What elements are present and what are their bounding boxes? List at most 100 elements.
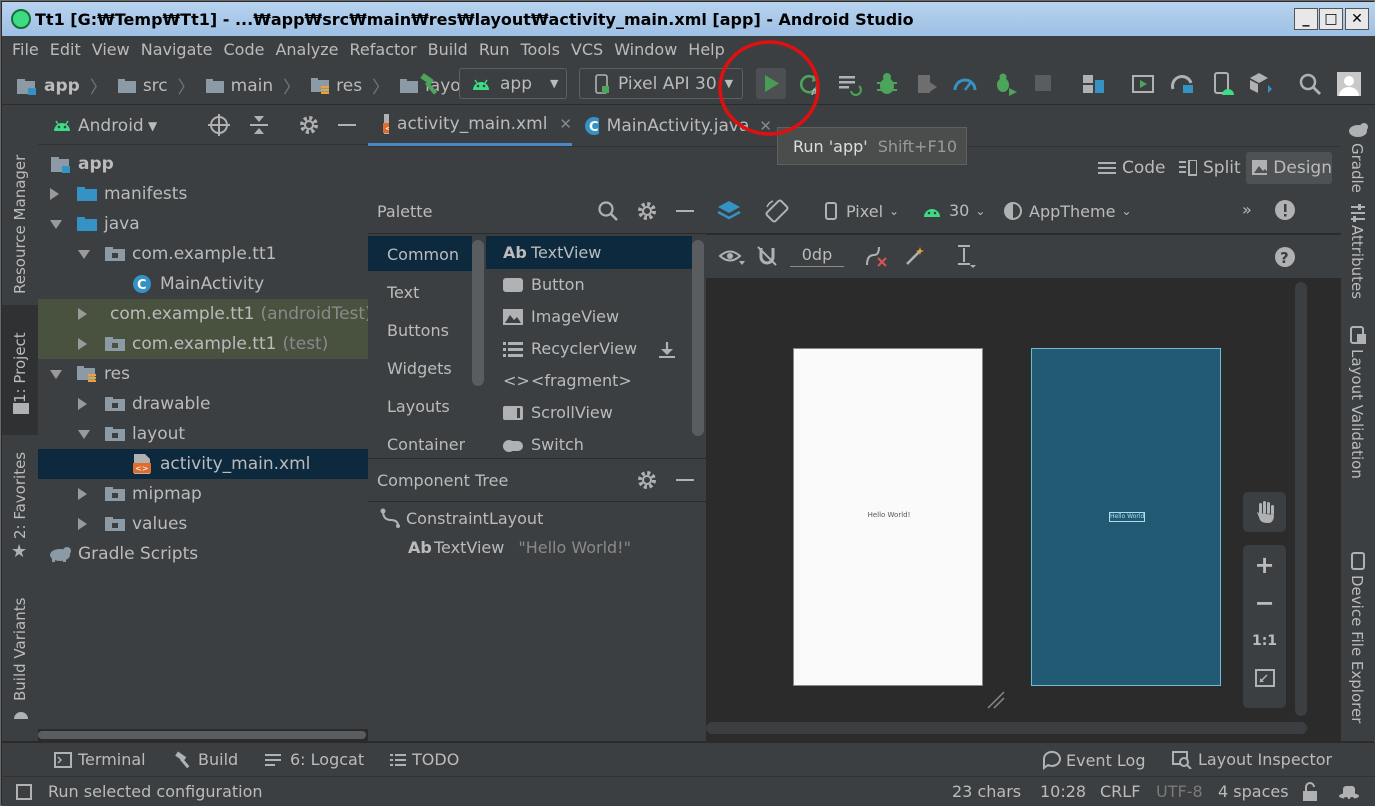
magic-wand-infer-icon[interactable]	[904, 245, 926, 267]
collapse-all-icon[interactable]	[248, 114, 270, 136]
device-dropdown[interactable]: Pixel ⌄	[824, 201, 899, 221]
menu-build[interactable]: Build	[428, 40, 468, 59]
tree-item-layout[interactable]: layout	[38, 419, 368, 449]
chevron-down-icon[interactable]	[78, 249, 90, 259]
tab-build[interactable]: Build	[174, 750, 238, 769]
tree-item-mainactivity[interactable]: C MainActivity	[38, 269, 368, 299]
tree-item-app[interactable]: app	[38, 149, 368, 179]
help-question-icon[interactable]: ?	[1274, 246, 1296, 268]
more-chevrons-icon[interactable]: »	[1242, 200, 1252, 219]
status-indent[interactable]: 4 spaces	[1218, 782, 1289, 801]
palette-item-switch[interactable]: Switch	[503, 435, 584, 454]
code-mode-button[interactable]: Code	[1098, 154, 1166, 182]
orientation-rotate-icon[interactable]	[764, 198, 790, 224]
resize-handle-icon[interactable]	[986, 690, 1006, 710]
palette-item-textview[interactable]: Ab TextView	[503, 243, 601, 262]
close-button[interactable]: ✕	[1345, 8, 1369, 30]
menu-vcs[interactable]: VCS	[571, 40, 603, 59]
split-mode-button[interactable]: Split	[1179, 154, 1241, 182]
palette-item-fragment[interactable]: <> <fragment>	[503, 371, 632, 390]
chevron-right-icon[interactable]	[50, 188, 59, 200]
align-guidelines-icon[interactable]	[956, 243, 978, 269]
menu-analyze[interactable]: Analyze	[275, 40, 338, 59]
magnet-autoconnect-off-icon[interactable]	[756, 245, 778, 267]
tab-project[interactable]: 1: Project	[11, 323, 29, 403]
stop-button[interactable]	[1035, 75, 1051, 91]
design-mode-button[interactable]: Design	[1246, 152, 1332, 184]
tab-logcat[interactable]: 6: Logcat	[264, 750, 364, 769]
gear-icon[interactable]	[636, 200, 658, 222]
breadcrumb-res[interactable]: res	[336, 76, 362, 96]
eye-view-options-icon[interactable]	[718, 247, 746, 267]
warning-info-icon[interactable]	[1274, 199, 1296, 221]
default-margin-field[interactable]: 0dp	[790, 245, 844, 267]
breadcrumb-src[interactable]: src	[143, 76, 168, 96]
tree-item-gradle-scripts[interactable]: Gradle Scripts	[38, 539, 368, 569]
menu-view[interactable]: View	[92, 40, 130, 59]
sync-project-icon[interactable]	[1080, 71, 1106, 97]
tree-item-package[interactable]: com.example.tt1	[38, 239, 368, 269]
profile-gauge-icon[interactable]	[952, 71, 978, 97]
tab-terminal[interactable]: Terminal	[54, 750, 146, 769]
horizontal-scrollbar-thumb[interactable]	[706, 722, 1307, 734]
palette-category-layouts[interactable]: Layouts	[387, 397, 450, 416]
zoom-to-fit-icon[interactable]	[1255, 669, 1275, 687]
zoom-in-button[interactable]: +	[1243, 551, 1286, 581]
palette-category-widgets[interactable]: Widgets	[387, 359, 452, 378]
palette-item-button[interactable]: Button	[503, 275, 585, 294]
status-line-separator[interactable]: CRLF	[1100, 782, 1140, 801]
pan-button[interactable]	[1243, 492, 1286, 532]
clear-constraints-icon[interactable]	[864, 245, 888, 267]
chevron-right-icon[interactable]	[78, 398, 87, 410]
run-config-select[interactable]: app ▼	[459, 68, 567, 99]
emulator-icon[interactable]	[1130, 71, 1156, 97]
zoom-actual-size-button[interactable]: 1:1	[1243, 633, 1286, 657]
close-icon[interactable]: ✕	[559, 115, 572, 133]
debug-bug-icon[interactable]	[874, 71, 900, 97]
apply-changes-restart-icon[interactable]: A	[796, 71, 822, 97]
search-icon[interactable]	[1297, 71, 1323, 97]
status-encoding[interactable]: UTF-8	[1156, 782, 1203, 801]
tree-item-values[interactable]: values	[38, 509, 368, 539]
breadcrumb-app[interactable]: app	[44, 76, 80, 96]
chevron-down-icon[interactable]: ▼	[148, 119, 157, 133]
theme-dropdown[interactable]: AppTheme ⌄	[1003, 201, 1132, 221]
palette-item-recyclerview[interactable]: RecyclerView	[503, 339, 637, 358]
horizontal-scrollbar-thumb[interactable]	[38, 731, 366, 739]
menu-navigate[interactable]: Navigate	[141, 40, 213, 59]
minimize-panel-icon[interactable]	[338, 124, 356, 126]
toggle-tool-windows-icon[interactable]	[16, 784, 32, 800]
tab-event-log[interactable]: Event Log	[1042, 750, 1146, 770]
component-constraintlayout[interactable]: ConstraintLayout	[380, 508, 543, 528]
gear-icon[interactable]	[298, 114, 320, 136]
vertical-scrollbar-thumb[interactable]	[1295, 282, 1307, 716]
close-icon[interactable]: ✕	[759, 117, 772, 135]
tree-item-res[interactable]: res	[38, 359, 368, 389]
menu-file[interactable]: File	[12, 40, 39, 59]
minimize-panel-icon[interactable]	[676, 210, 694, 212]
menu-edit[interactable]: Edit	[50, 40, 81, 59]
layers-icon[interactable]	[716, 199, 742, 223]
tab-activity-main-xml[interactable]: <> activity_main.xml ✕	[368, 105, 572, 146]
menu-tools[interactable]: Tools	[521, 40, 560, 59]
tree-item-activity-main-xml[interactable]: <> activity_main.xml	[38, 449, 368, 479]
horizontal-scrollbar-track[interactable]	[38, 729, 368, 741]
chevron-down-icon[interactable]	[50, 369, 62, 379]
menu-window[interactable]: Window	[614, 40, 677, 59]
tab-todo[interactable]: TODO	[390, 750, 459, 769]
attach-debugger-icon[interactable]	[992, 71, 1018, 97]
status-caret-position[interactable]: 10:28	[1040, 782, 1086, 801]
tab-attributes[interactable]: Attributes	[1348, 225, 1366, 299]
category-scrollbar-thumb[interactable]	[472, 240, 484, 386]
design-preview-screen[interactable]: Hello World!	[793, 348, 983, 686]
tree-item-mipmap[interactable]: mipmap	[38, 479, 368, 509]
palette-category-buttons[interactable]: Buttons	[387, 321, 449, 340]
chevron-right-icon[interactable]	[78, 488, 87, 500]
gear-icon[interactable]	[636, 469, 658, 491]
palette-item-scrollview[interactable]: ScrollView	[503, 403, 613, 422]
api-dropdown[interactable]: 30 ⌄	[921, 201, 985, 220]
zoom-out-button[interactable]: −	[1243, 589, 1286, 619]
breadcrumb-main[interactable]: main	[231, 76, 273, 96]
search-icon[interactable]	[597, 200, 619, 222]
tree-item-manifests[interactable]: manifests	[38, 179, 368, 209]
